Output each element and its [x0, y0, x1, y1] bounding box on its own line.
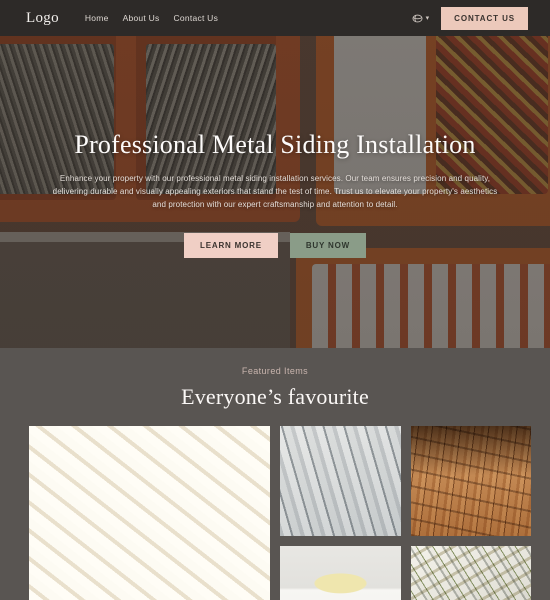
- learn-more-button[interactable]: LEARN MORE: [184, 232, 278, 258]
- plastic-wall-anchors-image: [29, 426, 270, 600]
- site-logo[interactable]: Logo: [26, 10, 59, 27]
- language-selector[interactable]: ▾: [412, 13, 430, 24]
- hero-content: Professional Metal Siding Installation E…: [0, 36, 550, 348]
- chevron-down-icon: ▾: [425, 14, 430, 22]
- header-actions: ▾ CONTACT US: [412, 6, 528, 30]
- hero-subtitle: Enhance your property with our professio…: [52, 174, 498, 209]
- hero-section: Professional Metal Siding Installation E…: [0, 36, 550, 348]
- header-contact-us-button[interactable]: CONTACT US: [441, 6, 528, 30]
- featured-item-card[interactable]: [411, 426, 531, 536]
- hero-actions: LEARN MORE BUY NOW: [184, 232, 366, 258]
- featured-eyebrow: Featured Items: [241, 366, 309, 376]
- featured-item-card[interactable]: [280, 546, 401, 600]
- buy-now-button[interactable]: BUY NOW: [289, 232, 366, 258]
- site-header: Logo Home About Us Contact Us ▾ CONTACT …: [0, 0, 550, 36]
- sealant-tube-image: [280, 546, 401, 600]
- metal-hand-tools-image: [280, 426, 401, 536]
- primary-navigation: Home About Us Contact Us: [85, 13, 218, 23]
- nav-item-contact-us[interactable]: Contact Us: [174, 13, 219, 23]
- featured-items-section: Featured Items Everyone’s favourite: [0, 348, 550, 600]
- landing-page: Logo Home About Us Contact Us ▾ CONTACT …: [0, 0, 550, 600]
- hero-title: Professional Metal Siding Installation: [74, 130, 476, 159]
- featured-item-card[interactable]: [411, 546, 531, 600]
- nav-item-about-us[interactable]: About Us: [123, 13, 160, 23]
- featured-items-grid: [29, 426, 531, 600]
- nav-item-home[interactable]: Home: [85, 13, 109, 23]
- screws-and-anchors-image: [411, 546, 531, 600]
- wooden-planks-image: [411, 426, 531, 536]
- globe-icon: [412, 13, 423, 24]
- featured-item-card[interactable]: [280, 426, 401, 536]
- featured-item-card[interactable]: [29, 426, 270, 600]
- featured-title: Everyone’s favourite: [181, 384, 369, 409]
